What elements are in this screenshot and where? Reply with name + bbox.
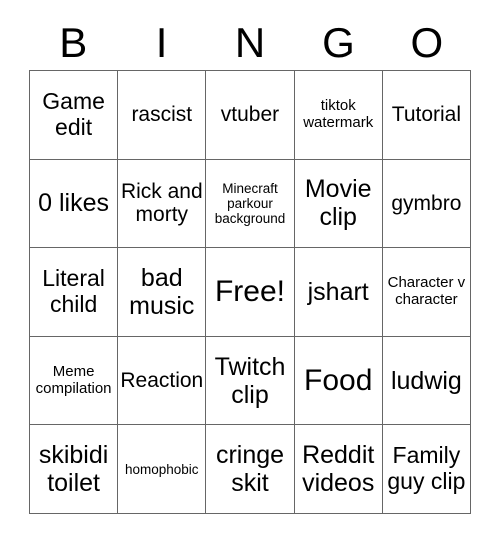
bingo-grid: Game edit rascist vtuber tiktok watermar… — [29, 70, 471, 514]
bingo-cell-label: vtuber — [220, 103, 280, 127]
bingo-cell-r2c3[interactable]: Minecraft parkour background — [206, 159, 295, 249]
bingo-header-letter-n: N — [234, 19, 266, 66]
bingo-card: B I N G O Game edit rascist vtuber tikto… — [0, 0, 500, 544]
bingo-header-letter-b: B — [59, 19, 88, 66]
bingo-cell-label: Minecraft parkour background — [214, 180, 286, 226]
bingo-cell-label: Game edit — [42, 88, 105, 140]
bingo-header-letter-i: I — [155, 19, 168, 66]
bingo-cell-r3c5[interactable]: Character v character — [382, 248, 471, 337]
bingo-cell-r2c2[interactable]: Rick and morty — [118, 159, 207, 249]
bingo-cell-r1c5[interactable]: Tutorial — [382, 71, 471, 160]
bingo-cell-label: cringe skit — [215, 441, 285, 498]
bingo-cell-r4c5[interactable]: ludwig — [382, 336, 471, 426]
bingo-cell-r5c5[interactable]: Family guy clip — [382, 425, 471, 514]
bingo-cell-label: ludwig — [390, 366, 462, 395]
bingo-cell-label: gymbro — [391, 191, 462, 215]
bingo-cell-label: Family guy clip — [387, 442, 466, 495]
bingo-cell-label: Meme compilation — [35, 362, 112, 397]
bingo-cell-label: Rick and morty — [120, 179, 203, 227]
bingo-cell-label: Food — [304, 363, 373, 397]
bingo-cell-label: bad music — [129, 263, 195, 320]
bingo-cell-r3c4[interactable]: jshart — [294, 248, 383, 337]
bingo-cell-label: Literal child — [42, 265, 105, 317]
bingo-cell-r5c1[interactable]: skibidi toilet — [30, 425, 119, 514]
bingo-cell-label: Reddit videos — [302, 441, 375, 498]
bingo-cell-label: Tutorial — [391, 103, 462, 127]
bingo-cell-label: homophobic — [125, 461, 199, 477]
bingo-cell-r1c3[interactable]: vtuber — [206, 71, 295, 160]
bingo-cell-label: Reaction — [120, 368, 204, 392]
bingo-cell-r4c3[interactable]: Twitch clip — [206, 336, 295, 426]
bingo-cell-label: Character v character — [387, 274, 466, 308]
bingo-cell-r4c4[interactable]: Food — [294, 336, 383, 426]
bingo-cell-r3c2[interactable]: bad music — [118, 248, 207, 337]
bingo-cell-r1c2[interactable]: rascist — [118, 71, 207, 160]
bingo-cell-r1c4[interactable]: tiktok watermark — [294, 71, 383, 160]
bingo-header-row: B I N G O — [29, 16, 471, 70]
bingo-cell-r2c4[interactable]: Movie clip — [294, 159, 383, 249]
bingo-cell-label: rascist — [131, 103, 193, 127]
bingo-cell-r4c2[interactable]: Reaction — [118, 336, 207, 426]
bingo-cell-r1c1[interactable]: Game edit — [30, 71, 119, 160]
bingo-cell-label: jshart — [307, 277, 369, 306]
bingo-cell-r2c1[interactable]: 0 likes — [30, 159, 119, 249]
bingo-header-letter-g: G — [322, 19, 355, 66]
bingo-cell-label: 0 likes — [38, 189, 110, 218]
bingo-cell-label: tiktok watermark — [303, 97, 374, 131]
bingo-cell-r5c2[interactable]: homophobic — [118, 425, 207, 514]
bingo-cell-label: Free! — [214, 275, 285, 309]
bingo-header-letter-o: O — [410, 19, 444, 66]
bingo-cell-label: Twitch clip — [214, 352, 286, 409]
bingo-cell-label: Movie clip — [304, 175, 372, 232]
bingo-cell-r2c5[interactable]: gymbro — [382, 159, 471, 249]
bingo-cell-r5c4[interactable]: Reddit videos — [294, 425, 383, 514]
bingo-cell-r5c3[interactable]: cringe skit — [206, 425, 295, 514]
bingo-cell-r3c1[interactable]: Literal child — [30, 248, 119, 337]
bingo-cell-free-space[interactable]: Free! — [206, 248, 295, 337]
bingo-cell-r4c1[interactable]: Meme compilation — [30, 336, 119, 426]
bingo-cell-label: skibidi toilet — [38, 441, 109, 498]
